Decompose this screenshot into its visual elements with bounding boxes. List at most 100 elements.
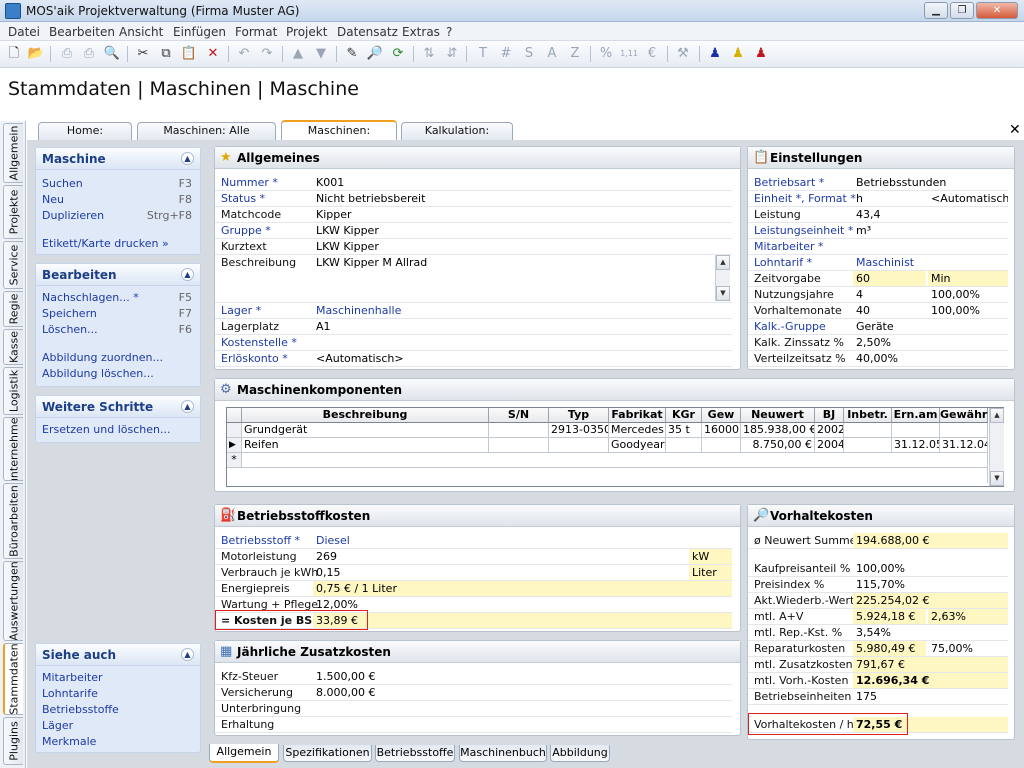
btab-betriebsstoffe[interactable]: Betriebsstoffe: [375, 745, 455, 762]
tab-home-startseite[interactable]: Home: Startseite: [38, 122, 132, 153]
grid-cell[interactable]: [489, 423, 549, 438]
number-format-button[interactable]: #: [497, 45, 515, 63]
vtab-allgemein[interactable]: Allgemein: [3, 123, 23, 183]
column-header[interactable]: Inbetr.: [844, 408, 892, 423]
new-row-marker[interactable]: *: [227, 453, 242, 468]
task-speichern-link[interactable]: Speichern: [42, 307, 97, 320]
maximize-button[interactable]: ❐: [950, 2, 974, 19]
nutzungsjahre-field[interactable]: 4: [853, 287, 926, 302]
close-window-button[interactable]: ✕: [976, 2, 1018, 19]
grid-cell[interactable]: [702, 438, 741, 453]
grid-cell[interactable]: [844, 438, 892, 453]
scroll-up-icon[interactable]: ▲: [716, 255, 730, 270]
vtab-unternehmer[interactable]: unternehmer: [3, 417, 23, 481]
edit-pencil-icon[interactable]: ✎: [343, 45, 361, 63]
task-panel-header[interactable]: Maschine ▲: [36, 148, 200, 170]
task-neu-link[interactable]: Neu: [42, 193, 64, 206]
mitarbeiter-field[interactable]: [853, 239, 1003, 254]
kaufpreisanteil-field[interactable]: 100,00%: [853, 561, 1008, 576]
task-duplizieren-link[interactable]: Duplizieren: [42, 209, 104, 222]
lohntarif-field[interactable]: Maschinist: [853, 255, 1003, 270]
btab-maschinenbuch[interactable]: Maschinenbuch: [459, 745, 547, 762]
column-header[interactable]: BJ: [815, 408, 844, 423]
erloeskonto-field[interactable]: <Automatisch>: [313, 351, 732, 366]
vtab-stammdaten[interactable]: Stammdaten: [3, 643, 23, 715]
menu-einfuegen[interactable]: Einfügen: [173, 25, 226, 39]
grid-cell[interactable]: 31.12.05: [892, 438, 940, 453]
task-ersetzen-loeschen-link[interactable]: Ersetzen und löschen...: [42, 423, 170, 436]
format-field[interactable]: <Automatisch>: [928, 191, 1008, 206]
textarea-scrollbar[interactable]: ▲ ▼: [715, 255, 730, 301]
tools-icon[interactable]: ⚒: [674, 45, 692, 63]
close-tab-icon[interactable]: ✕: [1009, 122, 1021, 138]
grid-cell[interactable]: Grundgerät: [242, 423, 489, 438]
unterbringung-field[interactable]: [313, 701, 732, 716]
row-selector[interactable]: [227, 423, 242, 438]
column-header[interactable]: Beschreibung: [242, 408, 489, 423]
verbrauch-field[interactable]: 0,15: [313, 565, 687, 580]
menu-ansicht[interactable]: Ansicht: [119, 25, 163, 39]
column-header[interactable]: Neuwert: [741, 408, 815, 423]
print-setup-icon[interactable]: ⎙: [80, 45, 98, 63]
gruppe-field[interactable]: LKW Kipper: [313, 223, 732, 238]
grid-cell[interactable]: Goodyear: [609, 438, 666, 453]
user-red-icon[interactable]: ♟: [752, 45, 770, 63]
column-header[interactable]: Ern.am: [892, 408, 940, 423]
link-merkmale[interactable]: Merkmale: [42, 735, 96, 748]
column-header[interactable]: Typ: [549, 408, 609, 423]
task-nachschlagen-link[interactable]: Nachschlagen... *: [42, 291, 139, 304]
collapse-icon[interactable]: ▲: [181, 152, 194, 165]
kfz-steuer-field[interactable]: 1.500,00 €: [313, 669, 732, 684]
new-row[interactable]: [242, 453, 988, 468]
column-header[interactable]: Gewähr: [940, 408, 988, 423]
reparaturkosten-percent[interactable]: 75,00%: [928, 641, 1008, 656]
beschreibung-textarea[interactable]: LKW Kipper M Allrad: [313, 255, 713, 301]
grid-cell[interactable]: 31.12.04: [940, 438, 988, 453]
currency-icon[interactable]: €: [643, 45, 661, 63]
text-format-button[interactable]: T: [474, 45, 492, 63]
move-down-icon[interactable]: ▼: [312, 45, 330, 63]
task-abbildung-loeschen-link[interactable]: Abbildung löschen...: [42, 367, 154, 380]
versicherung-field[interactable]: 8.000,00 €: [313, 685, 732, 700]
nummer-field[interactable]: K001: [313, 175, 732, 190]
scroll-down-icon[interactable]: ▼: [716, 286, 730, 301]
vtab-plugins[interactable]: Plugins: [3, 717, 23, 765]
task-abbildung-zuordnen-link[interactable]: Abbildung zuordnen...: [42, 351, 163, 364]
menu-datensatz[interactable]: Datensatz: [337, 25, 398, 39]
preisindex-field[interactable]: 115,70%: [853, 577, 1008, 592]
vtab-kasse[interactable]: Kasse: [3, 329, 23, 365]
menu-help[interactable]: ?: [446, 25, 452, 39]
open-folder-icon[interactable]: 📂: [27, 45, 45, 63]
move-up-icon[interactable]: ▲: [289, 45, 307, 63]
kalk-gruppe-field[interactable]: Geräte: [853, 319, 1003, 334]
tab-kalkulation-angebot[interactable]: Kalkulation: Angebot: [401, 122, 513, 153]
status-field[interactable]: Nicht betriebsbereit: [313, 191, 732, 206]
betriebsstoff-field[interactable]: Diesel: [313, 533, 732, 548]
collapse-icon[interactable]: ▲: [181, 400, 194, 413]
current-row-arrow-icon[interactable]: ▶: [227, 438, 242, 453]
link-betriebsstoffe[interactable]: Betriebsstoffe: [42, 703, 119, 716]
grid-cell[interactable]: [892, 423, 940, 438]
task-panel-header[interactable]: Siehe auch ▲: [36, 644, 200, 666]
vorhaltemonate-percent[interactable]: 100,00%: [928, 303, 1008, 318]
sort-desc-icon[interactable]: ⇵: [443, 45, 461, 63]
minimize-button[interactable]: ▁: [924, 2, 948, 19]
new-document-icon[interactable]: 🗋: [5, 45, 23, 63]
delete-icon[interactable]: ✕: [204, 45, 222, 63]
user-blue-icon[interactable]: ♟: [706, 45, 724, 63]
btab-spezifikationen[interactable]: Spezifikationen: [283, 745, 372, 762]
scroll-up-icon[interactable]: ▲: [990, 408, 1004, 423]
menu-datei[interactable]: Datei: [8, 25, 40, 39]
link-lohntarife[interactable]: Lohntarife: [42, 687, 98, 700]
grid-cell[interactable]: [489, 438, 549, 453]
matchcode-field[interactable]: Kipper: [313, 207, 732, 222]
betriebseinheiten-field[interactable]: 175: [853, 689, 1008, 704]
einheit-field[interactable]: h: [853, 191, 926, 206]
tab-maschine[interactable]: Maschinen: Maschine: [281, 120, 397, 154]
grid-cell[interactable]: [666, 438, 702, 453]
decimal-format-icon[interactable]: 1,11: [620, 45, 638, 63]
zinssatz-field[interactable]: 2,50%: [853, 335, 1003, 350]
task-panel-header[interactable]: Weitere Schritte ▲: [36, 396, 200, 418]
collapse-icon[interactable]: ▲: [181, 268, 194, 281]
verteilzeitsatz-field[interactable]: 40,00%: [853, 351, 1003, 366]
